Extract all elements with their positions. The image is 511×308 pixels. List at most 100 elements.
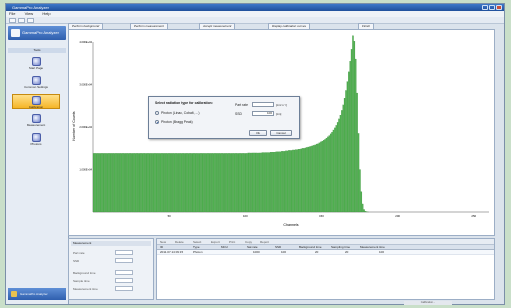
background-time-input[interactable] xyxy=(115,270,133,275)
menu-help[interactable]: Help xyxy=(42,11,50,16)
menu-file[interactable]: File xyxy=(9,11,15,16)
bar xyxy=(94,153,96,213)
bar xyxy=(198,153,201,213)
bar xyxy=(299,149,301,213)
bar xyxy=(208,153,211,213)
cancel-button[interactable]: Cancel xyxy=(270,130,292,136)
status-text: Calibration... xyxy=(404,301,452,305)
bar xyxy=(151,153,153,213)
bar xyxy=(177,153,180,213)
bar xyxy=(309,146,311,213)
bar xyxy=(260,152,262,213)
bar xyxy=(210,153,212,213)
sidebar-item-label: Photons xyxy=(30,142,42,146)
bar xyxy=(221,153,223,213)
bar xyxy=(217,153,219,213)
table-export-button[interactable]: Export xyxy=(211,240,220,244)
bar xyxy=(150,153,152,213)
radio-photon-linac[interactable] xyxy=(155,111,159,115)
bar xyxy=(304,147,307,213)
table-row[interactable]: 2011.07.14 09:15 Photon 1000 100 20 20 1… xyxy=(157,250,494,255)
ssd-label: SSD xyxy=(235,112,242,116)
bar xyxy=(250,152,252,213)
sidebar-header[interactable]: GammaPro Analyzer xyxy=(8,26,66,40)
sample-time-input[interactable] xyxy=(115,278,133,283)
ssd-unit: [cm] xyxy=(276,112,282,116)
bar xyxy=(317,143,319,213)
table-delete-button[interactable]: Delete xyxy=(175,240,184,244)
bar xyxy=(97,153,99,213)
bar xyxy=(197,153,199,213)
table-new-button[interactable]: New xyxy=(160,240,166,244)
sidebar-item-measurement[interactable]: Measurement xyxy=(12,113,60,128)
sidebar-item-calibration[interactable]: Calibration xyxy=(12,94,60,109)
bar xyxy=(159,153,162,213)
bar xyxy=(148,153,151,213)
bar xyxy=(101,153,103,213)
ssd-row-input[interactable] xyxy=(115,258,133,263)
bar xyxy=(258,152,261,213)
bar xyxy=(270,152,272,213)
y-tick-label: 4.000E+04 xyxy=(79,40,92,44)
table-select-button[interactable]: Select xyxy=(193,240,201,244)
bar xyxy=(127,153,130,213)
window-title: GammaPro Analyzer xyxy=(12,5,49,10)
bar xyxy=(357,133,360,213)
bar xyxy=(108,153,110,213)
measurement-time-input[interactable] xyxy=(115,286,133,291)
bar xyxy=(242,153,244,213)
bar xyxy=(184,153,187,213)
radio-photon-bragg[interactable] xyxy=(155,120,159,124)
table-report-button[interactable]: Report xyxy=(260,240,269,244)
bar xyxy=(204,153,206,213)
ok-button[interactable]: Ok xyxy=(249,130,267,136)
ssd-input[interactable]: 100 xyxy=(252,111,274,116)
dialog-title: Select radiation type for calibration: xyxy=(155,101,213,105)
bar xyxy=(348,71,350,213)
part-rate-input[interactable] xyxy=(252,102,274,107)
sidebar-item-photons[interactable]: Photons xyxy=(12,132,60,147)
bar xyxy=(152,153,155,213)
bar xyxy=(285,150,287,213)
bar xyxy=(233,153,236,213)
sidebar-item-common-settings[interactable]: Common Settings xyxy=(12,75,60,90)
menu-view[interactable]: View xyxy=(25,11,34,16)
bar xyxy=(120,153,123,213)
bar xyxy=(313,145,315,213)
x-tick-label: 150 xyxy=(319,214,324,218)
sidebar-item-start-page[interactable]: Start Page xyxy=(12,56,60,71)
bar xyxy=(281,151,283,213)
bar xyxy=(311,145,314,213)
bar xyxy=(214,153,216,213)
minimize-icon[interactable] xyxy=(482,5,488,10)
close-icon[interactable] xyxy=(496,5,502,10)
cell-sampling-time: 20 xyxy=(345,250,349,254)
bar xyxy=(196,153,198,213)
x-axis-label: Channels xyxy=(283,223,298,227)
bar xyxy=(249,152,251,213)
open-icon[interactable] xyxy=(18,18,25,23)
new-icon[interactable] xyxy=(9,18,16,23)
bar xyxy=(98,153,100,213)
save-icon[interactable] xyxy=(27,18,34,23)
bar xyxy=(223,153,226,213)
cell-measurement-time: 100 xyxy=(379,250,385,254)
bar xyxy=(200,153,202,213)
bar xyxy=(162,153,165,213)
bar xyxy=(263,152,265,213)
bar xyxy=(229,153,231,213)
bar xyxy=(230,153,233,213)
part-rate-row-input[interactable] xyxy=(115,250,133,255)
bar xyxy=(175,153,177,213)
bar xyxy=(345,90,347,213)
bar xyxy=(278,151,280,213)
bar xyxy=(166,153,169,213)
bar xyxy=(165,153,167,213)
sidebar-footer[interactable]: GammaPro Analyzer xyxy=(8,288,66,300)
bar xyxy=(286,150,289,213)
table-print-button[interactable]: Print xyxy=(229,240,235,244)
bar xyxy=(119,153,121,213)
maximize-icon[interactable] xyxy=(489,5,495,10)
bar xyxy=(321,140,323,213)
table-copy-button[interactable]: Copy xyxy=(245,240,252,244)
